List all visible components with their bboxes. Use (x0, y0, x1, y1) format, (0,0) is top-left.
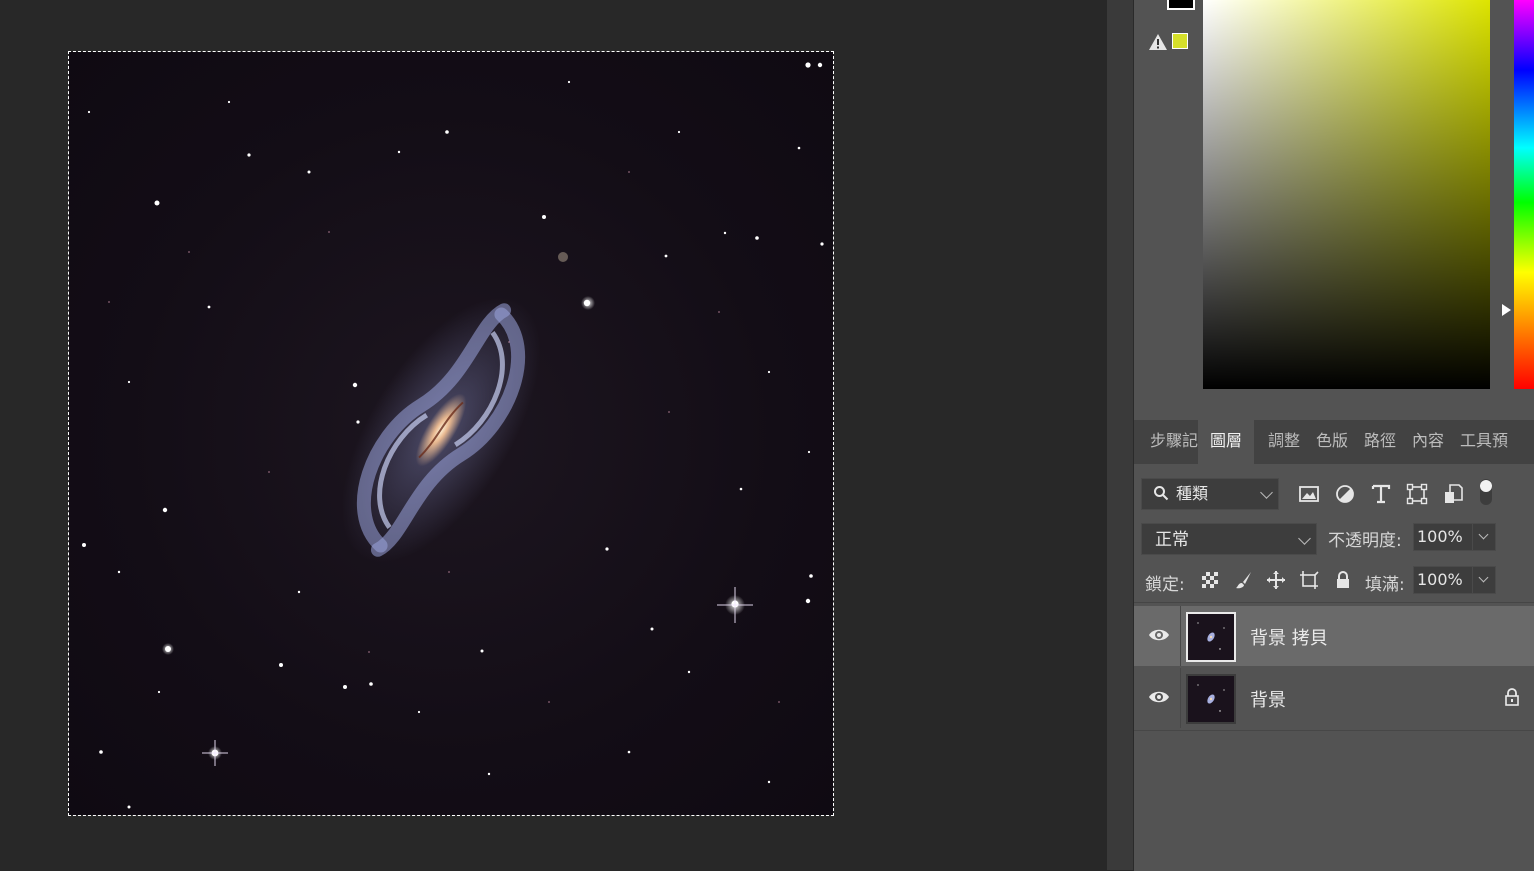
shape-filter-icon[interactable] (1406, 483, 1428, 505)
fill-label: 填滿: (1365, 575, 1405, 595)
layer-name[interactable]: 背景 (1250, 686, 1286, 712)
opacity-dropdown[interactable] (1472, 523, 1496, 551)
visibility-divider (1180, 668, 1181, 728)
lock-all-icon[interactable] (1333, 570, 1353, 590)
panel-tabs: 步驟記 圖層 調整 色版 路徑 內容 工具預 (1134, 420, 1534, 464)
right-panel: 步驟記 圖層 調整 色版 路徑 內容 工具預 種類 正常 不透明度: 100% … (1134, 0, 1534, 871)
tab-paths[interactable]: 路徑 (1358, 420, 1402, 464)
fill-dropdown[interactable] (1472, 566, 1496, 594)
layer-thumbnail[interactable] (1186, 674, 1236, 724)
type-filter-icon[interactable] (1370, 483, 1392, 505)
layers-list-empty-area[interactable] (1134, 730, 1534, 871)
saturation-brightness-field[interactable] (1203, 0, 1490, 389)
search-icon (1154, 486, 1169, 501)
adjustment-filter-icon[interactable] (1334, 483, 1356, 505)
galaxy-thumbnail-icon (1197, 684, 1225, 712)
document-canvas-area[interactable] (0, 0, 1107, 870)
layer-name[interactable]: 背景 拷貝 (1250, 624, 1328, 650)
lock-image-pixels-icon[interactable] (1234, 570, 1254, 590)
blend-mode-select[interactable]: 正常 (1141, 523, 1317, 555)
lock-label: 鎖定: (1145, 575, 1185, 595)
lock-fill-bar: 鎖定: 填滿: 100% (1134, 560, 1534, 603)
tab-channels[interactable]: 色版 (1310, 420, 1354, 464)
eye-visibility-icon[interactable] (1148, 688, 1170, 706)
chevron-down-icon (1478, 572, 1489, 583)
galaxy-thumbnail-icon (1197, 622, 1225, 650)
color-picker-panel (1134, 0, 1534, 420)
blend-opacity-bar: 正常 不透明度: 100% (1134, 516, 1534, 560)
layer-row[interactable]: 背景 拷貝 (1134, 606, 1534, 666)
tab-properties[interactable]: 內容 (1406, 420, 1450, 464)
tab-tool-presets[interactable]: 工具預 (1454, 420, 1514, 464)
chevron-down-icon (1260, 486, 1273, 499)
lock-artboard-icon[interactable] (1299, 570, 1319, 590)
opacity-label: 不透明度: (1328, 531, 1402, 551)
galaxy-image[interactable] (69, 52, 833, 815)
opacity-input[interactable]: 100% (1413, 523, 1474, 551)
out-of-gamut-warning-icon[interactable] (1148, 32, 1168, 52)
lock-transparent-pixels-icon[interactable] (1200, 570, 1220, 590)
hue-slider[interactable] (1514, 0, 1534, 389)
image-filter-icon[interactable] (1298, 483, 1320, 505)
layer-row[interactable]: 背景 (1134, 668, 1534, 728)
eye-visibility-icon[interactable] (1148, 626, 1170, 644)
lock-position-icon[interactable] (1266, 570, 1286, 590)
galaxy-image-render (82, 62, 824, 809)
fill-input[interactable]: 100% (1413, 566, 1474, 594)
hue-slider-marker[interactable] (1502, 304, 1511, 316)
filter-toggle-icon[interactable] (1478, 478, 1494, 506)
tab-adjustments[interactable]: 調整 (1262, 420, 1306, 464)
filter-kind-value: 種類 (1176, 484, 1209, 503)
foreground-color-swatch[interactable] (1167, 0, 1195, 10)
layer-lock-icon[interactable] (1504, 688, 1520, 706)
chevron-down-icon (1478, 529, 1489, 540)
visibility-divider (1180, 606, 1181, 666)
smart-object-filter-icon[interactable] (1442, 483, 1464, 505)
filter-kind-select[interactable]: 種類 (1141, 478, 1279, 510)
tab-layers[interactable]: 圖層 (1198, 420, 1254, 464)
galaxy (341, 297, 541, 563)
layer-thumbnail[interactable] (1186, 612, 1236, 662)
layer-filter-bar: 種類 (1134, 466, 1534, 514)
gamut-color-swatch[interactable] (1172, 33, 1188, 49)
blend-mode-value: 正常 (1155, 530, 1189, 550)
panel-collapse-strip[interactable] (1107, 0, 1134, 870)
chevron-down-icon (1298, 532, 1311, 545)
